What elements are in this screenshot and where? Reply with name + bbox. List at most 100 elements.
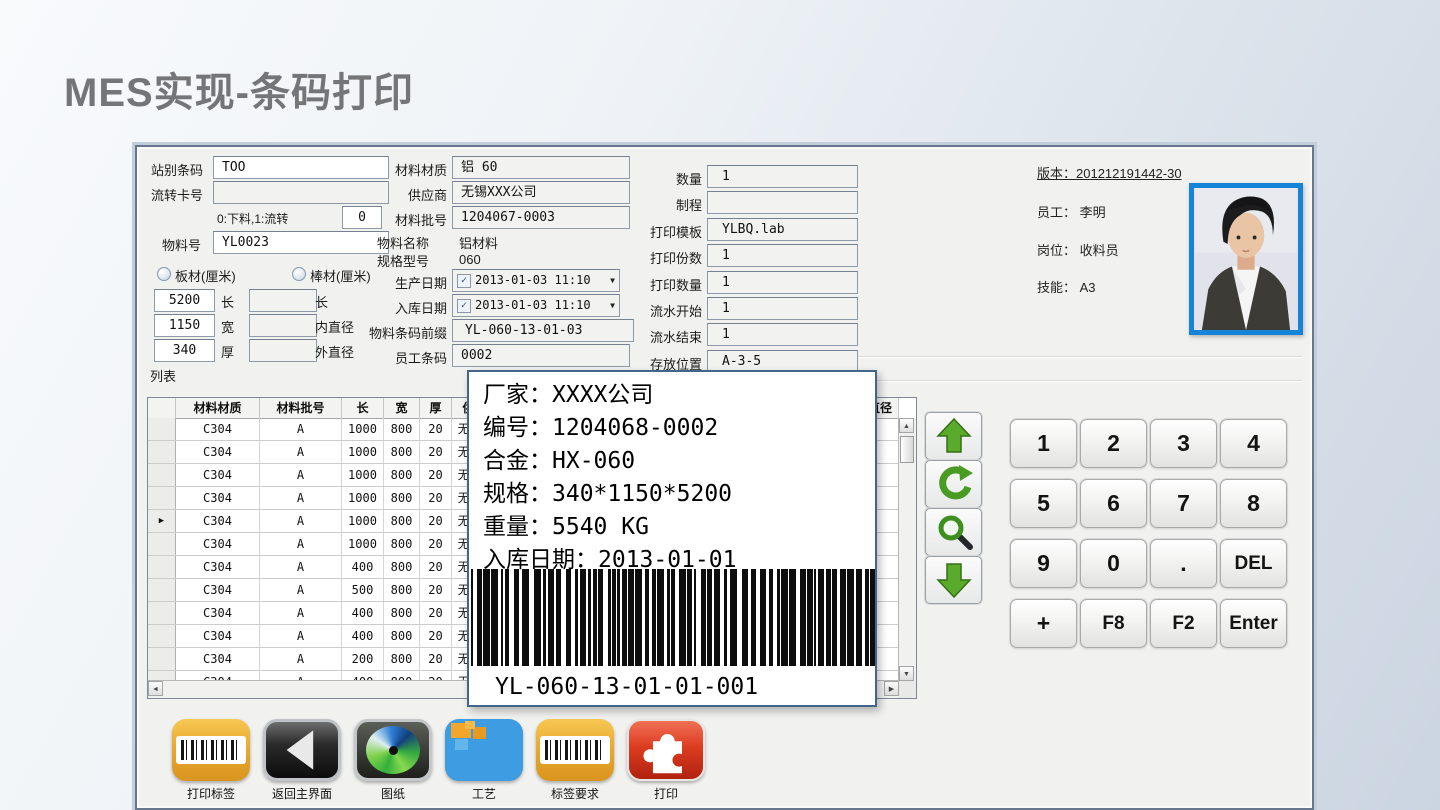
scroll-left-arrow-icon[interactable]: ◄: [148, 681, 163, 696]
skill-value: A3: [1080, 280, 1096, 295]
prod-date-checkbox[interactable]: ✓: [457, 274, 471, 288]
dim-value2-field[interactable]: [249, 339, 317, 362]
right-form-field[interactable]: YLBQ.lab: [707, 218, 858, 241]
table-cell: 800: [384, 579, 420, 601]
chevron-down-icon[interactable]: ▼: [610, 270, 615, 291]
mid-form-field[interactable]: 1204067-0003: [452, 206, 630, 229]
mid-form-field[interactable]: 无锡XXX公司: [452, 181, 630, 204]
scrollbar-thumb[interactable]: [900, 436, 914, 463]
separator: [855, 356, 1302, 357]
right-form-field[interactable]: 1: [707, 271, 858, 294]
bar-radio[interactable]: [292, 267, 306, 281]
table-cell: 400: [342, 602, 384, 624]
key-7[interactable]: 7: [1150, 479, 1217, 528]
right-form-field[interactable]: 1: [707, 323, 858, 346]
label-preview-overlay: 厂家：XXXX公司编号：1204068-0002合金：HX-060规格：340*…: [467, 370, 877, 707]
in-date-field[interactable]: ✓ 2013-01-03 11:10 ▼: [452, 294, 620, 317]
dim-value-field[interactable]: 5200: [154, 289, 215, 312]
key-4[interactable]: 4: [1220, 419, 1287, 468]
mid-form-field[interactable]: 铝 60: [452, 156, 630, 179]
table-cell: 20: [420, 556, 452, 578]
table-cell: A: [260, 441, 342, 463]
dim-label2: 长: [315, 292, 328, 311]
table-cell: C304: [176, 579, 260, 601]
right-form-label: 打印模板: [617, 222, 702, 241]
table-column-header[interactable]: 厚: [420, 398, 452, 418]
dim-value-field[interactable]: 340: [154, 339, 215, 362]
table-cell: 800: [384, 625, 420, 647]
version-label: 版本：: [1037, 166, 1076, 181]
prod-date-label: 生产日期: [352, 273, 447, 292]
item-no-field[interactable]: YL0023: [213, 231, 389, 254]
toolbar-item[interactable]: 返回主界面: [263, 719, 341, 802]
scroll-right-arrow-icon[interactable]: ▶: [884, 681, 899, 696]
key-DEL[interactable]: DEL: [1220, 539, 1287, 588]
toolbar-item-label: 标签要求: [536, 785, 614, 802]
toolbar-item[interactable]: 打印标签: [172, 719, 250, 802]
table-column-header[interactable]: 材料批号: [260, 398, 342, 418]
table-column-header[interactable]: 宽: [384, 398, 420, 418]
barcode-band: [540, 736, 610, 764]
search-button[interactable]: [925, 508, 982, 556]
key-6[interactable]: 6: [1080, 479, 1147, 528]
key-3[interactable]: 3: [1150, 419, 1217, 468]
table-cell: 800: [384, 556, 420, 578]
barcode-icon: [172, 719, 250, 781]
key-0[interactable]: 0: [1080, 539, 1147, 588]
table-cell: C304: [176, 510, 260, 532]
employee-value: 李明: [1080, 205, 1106, 220]
key-F2[interactable]: F2: [1150, 599, 1217, 648]
refresh-icon: [934, 464, 974, 504]
right-form-field[interactable]: 1: [707, 297, 858, 320]
toolbar-item[interactable]: 图纸: [354, 719, 432, 802]
label-preview-line: 合金：HX-060: [483, 445, 871, 478]
table-cell: A: [260, 464, 342, 486]
prod-date-field[interactable]: ✓ 2013-01-03 11:10 ▼: [452, 269, 620, 292]
key-F8[interactable]: F8: [1080, 599, 1147, 648]
barcode-stripes: [181, 740, 241, 760]
toolbar-item[interactable]: 工艺: [445, 719, 523, 802]
key-5[interactable]: 5: [1010, 479, 1077, 528]
in-date-checkbox[interactable]: ✓: [457, 299, 471, 313]
toolbar-item[interactable]: 标签要求: [536, 719, 614, 802]
table-cell: 1000: [342, 510, 384, 532]
key-1[interactable]: 1: [1010, 419, 1077, 468]
barcode-prefix-field[interactable]: YL-060-13-01-03: [452, 319, 634, 342]
chevron-down-icon[interactable]: ▼: [610, 295, 615, 316]
dim-value2-field[interactable]: [249, 314, 317, 337]
scroll-down-button[interactable]: [925, 556, 982, 604]
vertical-scrollbar[interactable]: ▲ ▼: [898, 418, 916, 681]
refresh-button[interactable]: [925, 460, 982, 508]
key-+[interactable]: +: [1010, 599, 1077, 648]
table-cell: A: [260, 556, 342, 578]
scroll-up-button[interactable]: [925, 412, 982, 460]
employee-barcode-label: 员工条码: [352, 348, 447, 367]
key-.[interactable]: .: [1150, 539, 1217, 588]
dim-value2-field[interactable]: [249, 289, 317, 312]
row-selector-cell: [148, 487, 176, 509]
toolbar-item-label: 打印: [627, 785, 705, 802]
mid-form-label: 材料材质: [352, 160, 447, 179]
table-cell: 800: [384, 441, 420, 463]
table-cell: 800: [384, 464, 420, 486]
dim-value-field[interactable]: 1150: [154, 314, 215, 337]
table-column-header[interactable]: 材料材质: [176, 398, 260, 418]
right-form-field[interactable]: [707, 191, 858, 214]
employee-barcode-field[interactable]: 0002: [452, 344, 630, 367]
scroll-down-arrow-icon[interactable]: ▼: [899, 666, 914, 681]
key-8[interactable]: 8: [1220, 479, 1287, 528]
table-cell: C304: [176, 487, 260, 509]
scroll-up-arrow-icon[interactable]: ▲: [899, 418, 914, 433]
key-2[interactable]: 2: [1080, 419, 1147, 468]
plate-radio[interactable]: [157, 267, 171, 281]
right-form-field[interactable]: 1: [707, 244, 858, 267]
table-cell: 800: [384, 510, 420, 532]
key-Enter[interactable]: Enter: [1220, 599, 1287, 648]
toolbar-item[interactable]: 打印: [627, 719, 705, 802]
right-form-field[interactable]: 1: [707, 165, 858, 188]
row-selector-cell: [148, 464, 176, 486]
table-column-header[interactable]: 长: [342, 398, 384, 418]
row-selector-cell: [148, 625, 176, 647]
page-title: MES实现-条码打印: [64, 60, 414, 118]
key-9[interactable]: 9: [1010, 539, 1077, 588]
